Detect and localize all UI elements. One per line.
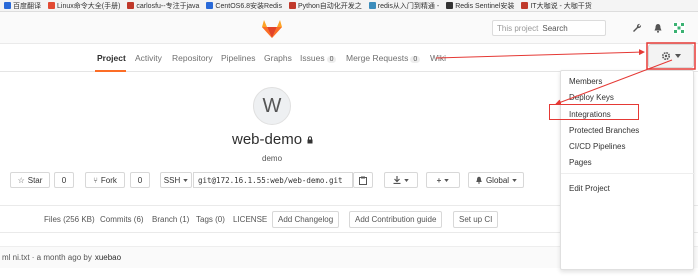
bookmarks-bar: 百度翻译 Linux命令大全(手册) carlosfu--专注于java Cen… [0,0,698,12]
tab-mr-label: Merge Requests [346,53,409,63]
star-label: Star [27,175,43,185]
settings-dropdown-menu: Members Deploy Keys Integrations Protect… [560,70,695,270]
fork-button[interactable]: ⑂ Fork [85,172,125,188]
bookmark-label: CentOS6.8安装Redis [215,2,282,10]
settings-dropdown-button[interactable] [648,44,694,68]
tags-link[interactable]: Tags (0) [196,215,225,224]
mr-count-badge: 0 [410,56,421,63]
bookmark-label: Python自动化开发之 [297,2,362,10]
bookmark-7[interactable]: IT大咖说 - 大咖干货 [521,1,592,11]
tab-activity[interactable]: Activity [135,53,162,63]
copy-url-button[interactable] [353,172,373,188]
bookmark-1[interactable]: Linux命令大全(手册) [48,1,120,11]
search-scope: This project [497,23,539,33]
bookmark-5[interactable]: redis从入门到精通 - [368,1,440,11]
project-avatar: W [253,87,291,125]
tab-issues-label: Issues [300,53,325,63]
fork-label: Fork [100,175,117,185]
chevron-down-icon [512,178,517,182]
menu-item-pages[interactable]: Pages [569,158,592,167]
menu-item-edit-project[interactable]: Edit Project [569,184,610,193]
bookmark-icon [368,2,376,9]
bookmark-0[interactable]: 百度翻译 [4,1,41,11]
bookmark-label: Redis Sentinel安装 [455,2,515,10]
commit-info: ml ni.txt · a month ago by [2,253,92,262]
chevron-down-icon [444,178,450,182]
chevron-down-icon [183,178,188,182]
bookmark-3[interactable]: CentOS6.8安装Redis [206,1,282,11]
plus-icon: + [436,175,442,185]
notification-level-label: Global [485,175,510,185]
add-new-button[interactable]: + [426,172,460,188]
bookmark-label: 百度翻译 [13,2,41,10]
tab-wiki[interactable]: Wiki [430,53,446,63]
bookmark-icon [446,2,454,9]
tab-project[interactable]: Project [97,53,126,63]
branch-link[interactable]: Branch (1) [152,215,189,224]
star-button[interactable]: ☆ Star [10,172,50,188]
project-description: demo [262,154,283,163]
fork-icon: ⑂ [93,175,98,185]
commit-author-link[interactable]: xuebao [95,253,121,262]
bookmark-label: redis从入门到精通 - [377,2,440,10]
bell-icon[interactable] [651,21,665,35]
download-button[interactable] [384,172,418,188]
bookmark-icon [48,2,55,9]
bookmark-icon [288,2,296,9]
user-avatar-icon[interactable] [672,21,686,35]
star-icon: ☆ [17,175,25,185]
fork-count[interactable]: 0 [130,172,150,188]
bookmark-icon [521,2,529,9]
download-icon [393,176,401,184]
chevron-down-icon [675,54,681,58]
clipboard-icon [359,176,367,185]
bell-icon [476,176,482,184]
bookmark-icon [127,2,135,9]
bookmark-6[interactable]: Redis Sentinel安装 [446,1,514,11]
project-name: web-demo [232,131,303,148]
menu-item-deploy-keys[interactable]: Deploy Keys [569,93,614,102]
annotation-highlight-box [549,104,639,120]
setup-ci-button[interactable]: Set up CI [453,211,499,228]
project-nav: Project Activity Repository Pipelines Gr… [0,44,698,72]
bookmark-label: carlosfu--专注于java [136,2,200,10]
lock-icon [307,135,313,143]
bookmark-icon [4,2,11,9]
wrench-icon[interactable] [630,21,644,35]
tab-graphs[interactable]: Graphs [264,53,292,63]
tab-merge-requests[interactable]: Merge Requests 0 [346,53,421,63]
menu-item-members[interactable]: Members [569,77,602,86]
menu-divider [561,173,695,174]
add-contribution-button[interactable]: Add Contribution guide [349,211,443,228]
clone-url-input[interactable]: git@172.16.1.55:web/web-demo.git [193,172,353,188]
files-link[interactable]: Files (256 KB) [44,215,95,224]
bookmark-icon [206,2,214,9]
chevron-down-icon [404,178,409,182]
menu-item-protected-branches[interactable]: Protected Branches [569,126,639,135]
tab-repository[interactable]: Repository [172,53,213,63]
notification-level-button[interactable]: Global [468,172,524,188]
issues-count-badge: 0 [326,56,337,63]
protocol-label: SSH [163,175,181,185]
menu-item-ci-cd-pipelines[interactable]: CI/CD Pipelines [569,142,625,151]
search-box[interactable]: This project Search [492,20,606,36]
top-header: This project Search [0,12,698,44]
tab-issues[interactable]: Issues 0 [300,53,337,63]
star-count[interactable]: 0 [54,172,74,188]
project-title: web-demo [232,131,314,148]
gear-icon [661,51,671,61]
license-link[interactable]: LICENSE [233,215,267,224]
gitlab-logo-icon[interactable] [262,20,282,38]
bookmark-label: IT大咖说 - 大咖干货 [530,2,592,10]
add-changelog-button[interactable]: Add Changelog [272,211,340,228]
protocol-select[interactable]: SSH [160,172,192,188]
bookmark-4[interactable]: Python自动化开发之 [288,1,362,11]
tab-pipelines[interactable]: Pipelines [221,53,256,63]
active-tab-indicator [95,70,126,72]
bookmark-2[interactable]: carlosfu--专注于java [127,1,199,11]
commits-link[interactable]: Commits (6) [100,215,144,224]
search-placeholder: Search [542,23,568,33]
bookmark-label: Linux命令大全(手册) [57,2,121,10]
